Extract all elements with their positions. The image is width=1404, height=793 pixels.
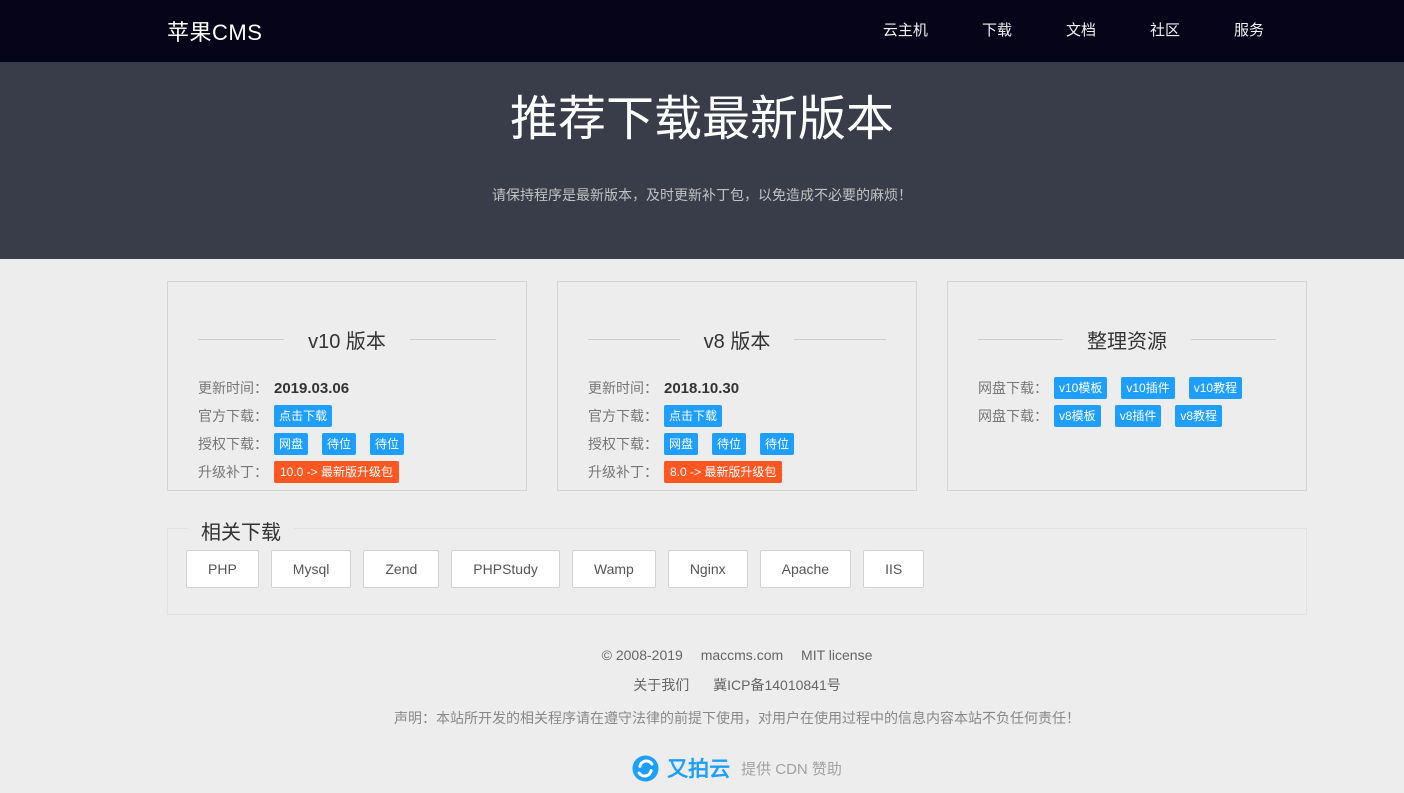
title-line-right xyxy=(794,339,886,340)
title-line-left xyxy=(978,339,1063,340)
card-title-text: 整理资源 xyxy=(1063,325,1191,354)
upyun-logo-icon[interactable] xyxy=(632,755,659,782)
sponsor-bar: 又拍云 提供 CDN 赞助 xyxy=(167,753,1307,793)
related-button-iis[interactable]: IIS xyxy=(863,550,924,588)
card-rows: 更新时间：2019.03.06官方下载：点击下载授权下载：网盘待位待位升级补丁：… xyxy=(198,377,496,483)
title-line-right xyxy=(410,339,496,340)
card-row: 升级补丁： 8.0 -> 最新版升级包 xyxy=(588,461,886,483)
cards-row: v10 版本更新时间：2019.03.06官方下载：点击下载授权下载：网盘待位待… xyxy=(167,281,1307,491)
download-button[interactable]: v10模板 xyxy=(1054,377,1107,399)
related-button-nginx[interactable]: Nginx xyxy=(668,550,748,588)
card-title-text: v10 版本 xyxy=(284,325,410,354)
row-label: 更新时间： xyxy=(198,378,268,398)
card-title: 整理资源 xyxy=(978,325,1276,354)
card-row: 更新时间： 2019.03.06 xyxy=(198,377,496,399)
download-button[interactable]: 待位 xyxy=(370,433,404,455)
nav-item-community[interactable]: 社区 xyxy=(1123,0,1207,62)
navbar-menu: 云主机下载文档社区服务 xyxy=(856,0,1291,62)
main-content: v10 版本更新时间：2019.03.06官方下载：点击下载授权下载：网盘待位待… xyxy=(167,281,1307,793)
title-line-left xyxy=(588,339,680,340)
related-button-apache[interactable]: Apache xyxy=(760,550,851,588)
card-rows: 更新时间：2018.10.30官方下载：点击下载授权下载：网盘待位待位升级补丁：… xyxy=(588,377,886,483)
sponsor-text: 提供 CDN 赞助 xyxy=(741,758,842,779)
card-title: v8 版本 xyxy=(588,325,886,354)
nav-item-docs[interactable]: 文档 xyxy=(1039,0,1123,62)
download-button[interactable]: 网盘 xyxy=(274,433,308,455)
row-label: 网盘下载： xyxy=(978,406,1048,426)
nav-item-service[interactable]: 服务 xyxy=(1207,0,1291,62)
row-label: 官方下载： xyxy=(198,406,268,426)
row-label: 更新时间： xyxy=(588,378,658,398)
download-button[interactable]: 8.0 -> 最新版升级包 xyxy=(664,461,782,483)
title-line-left xyxy=(198,339,284,340)
card-row: 网盘下载： v10模板 v10插件 v10教程 xyxy=(978,377,1276,399)
card-row: 官方下载： 点击下载 xyxy=(198,405,496,427)
nav-item-download[interactable]: 下载 xyxy=(955,0,1039,62)
copyright-site[interactable]: maccms.com xyxy=(701,647,783,663)
related-downloads-title: 相关下载 xyxy=(188,516,294,545)
related-buttons: PHP Mysql Zend PHPStudy Wamp Nginx Apache IIS xyxy=(186,550,1288,588)
row-label: 授权下载： xyxy=(588,434,658,454)
card-row: 授权下载：网盘待位待位 xyxy=(588,433,886,455)
nav-item-cloud-host[interactable]: 云主机 xyxy=(856,0,955,62)
related-button-zend[interactable]: Zend xyxy=(363,550,439,588)
copyright-year: © 2008-2019 xyxy=(602,647,683,663)
card-title: v10 版本 xyxy=(198,325,496,354)
row-value: 2019.03.06 xyxy=(274,380,349,397)
download-button[interactable]: v8模板 xyxy=(1054,405,1101,427)
download-button[interactable]: 待位 xyxy=(322,433,356,455)
download-button[interactable]: 点击下载 xyxy=(274,405,332,427)
footer-links-line: 关于我们 冀ICP备14010841号 xyxy=(167,675,1307,695)
card-v8: v8 版本更新时间：2018.10.30官方下载：点击下载授权下载：网盘待位待位… xyxy=(557,281,917,491)
card-row: 更新时间： 2018.10.30 xyxy=(588,377,886,399)
card-rows: 网盘下载：v10模板v10插件v10教程网盘下载：v8模板v8插件v8教程 xyxy=(978,377,1276,427)
download-button[interactable]: 点击下载 xyxy=(664,405,722,427)
hero-banner: 推荐下载最新版本 请保持程序是最新版本，及时更新补丁包，以免造成不必要的麻烦！ xyxy=(0,62,1404,259)
title-line-right xyxy=(1191,339,1276,340)
download-button[interactable]: 待位 xyxy=(712,433,746,455)
card-row: 升级补丁： 10.0 -> 最新版升级包 xyxy=(198,461,496,483)
related-button-php[interactable]: PHP xyxy=(186,550,259,588)
row-label: 网盘下载： xyxy=(978,378,1048,398)
hero-title: 推荐下载最新版本 xyxy=(0,62,1404,147)
about-us-link[interactable]: 关于我们 xyxy=(633,677,689,693)
card-resources: 整理资源网盘下载：v10模板v10插件v10教程网盘下载：v8模板v8插件v8教… xyxy=(947,281,1307,491)
navbar: 苹果CMS 云主机下载文档社区服务 xyxy=(0,0,1404,62)
related-button-mysql[interactable]: Mysql xyxy=(271,550,352,588)
card-row: 授权下载：网盘待位待位 xyxy=(198,433,496,455)
card-row: 网盘下载： v8模板 v8插件 v8教程 xyxy=(978,405,1276,427)
card-title-text: v8 版本 xyxy=(680,325,795,354)
download-button[interactable]: v10教程 xyxy=(1189,377,1242,399)
sponsor-brand[interactable]: 又拍云 xyxy=(667,753,730,783)
card-row: 官方下载： 点击下载 xyxy=(588,405,886,427)
card-v10: v10 版本更新时间：2019.03.06官方下载：点击下载授权下载：网盘待位待… xyxy=(167,281,527,491)
related-downloads-field: 相关下载 PHPMysqlZendPHPStudyWampNginxApache… xyxy=(167,528,1307,615)
icp-number: 冀ICP备14010841号 xyxy=(713,677,841,693)
row-label: 官方下载： xyxy=(588,406,658,426)
download-button[interactable]: v8插件 xyxy=(1115,405,1162,427)
site-logo[interactable]: 苹果CMS xyxy=(167,15,262,47)
download-button[interactable]: 待位 xyxy=(760,433,794,455)
row-label: 升级补丁： xyxy=(588,462,658,482)
related-button-phpstudy[interactable]: PHPStudy xyxy=(451,550,560,588)
related-button-wamp[interactable]: Wamp xyxy=(572,550,656,588)
footer: © 2008-2019 maccms.com MIT license 关于我们 … xyxy=(167,647,1307,793)
download-button[interactable]: v8教程 xyxy=(1175,405,1222,427)
copyright-license: MIT license xyxy=(801,647,872,663)
hero-subtitle: 请保持程序是最新版本，及时更新补丁包，以免造成不必要的麻烦！ xyxy=(0,185,1404,205)
download-button[interactable]: 10.0 -> 最新版升级包 xyxy=(274,461,399,483)
copyright-line: © 2008-2019 maccms.com MIT license xyxy=(167,647,1307,663)
row-label: 升级补丁： xyxy=(198,462,268,482)
download-button[interactable]: 网盘 xyxy=(664,433,698,455)
row-label: 授权下载： xyxy=(198,434,268,454)
row-value: 2018.10.30 xyxy=(664,380,739,397)
disclaimer: 声明：本站所开发的相关程序请在遵守法律的前提下使用，对用户在使用过程中的信息内容… xyxy=(167,708,1307,728)
download-button[interactable]: v10插件 xyxy=(1121,377,1174,399)
